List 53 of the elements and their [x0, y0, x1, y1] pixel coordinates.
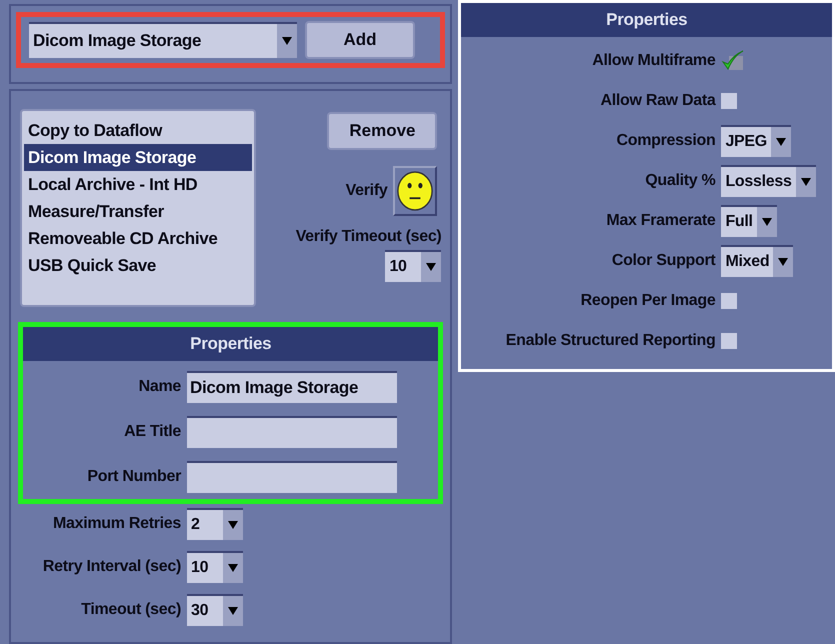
caret-icon — [282, 37, 292, 45]
caret-icon — [762, 218, 772, 226]
caret-icon — [228, 521, 238, 529]
remove-button[interactable]: Remove — [327, 112, 438, 150]
input-field[interactable]: Dicom Image Storage — [187, 371, 397, 403]
setting-label: Retry Interval (sec) — [42, 558, 181, 576]
caret-icon — [228, 564, 238, 572]
input-field[interactable] — [187, 461, 397, 493]
caret-icon — [228, 607, 238, 615]
service-list-item[interactable]: Copy to Dataflow — [24, 117, 252, 144]
setting-dropdown[interactable]: 10 — [187, 551, 243, 583]
setting-dropdown[interactable]: 2 — [187, 508, 243, 540]
service-dropdown[interactable]: Dicom Image Storage — [29, 22, 297, 58]
checkbox[interactable] — [721, 93, 738, 109]
property-label: Allow Multiframe — [591, 52, 716, 70]
section-header: Properties — [461, 3, 832, 37]
property-label: Compression — [616, 132, 716, 150]
setting-dropdown[interactable]: 30 — [187, 594, 243, 626]
caret-icon — [800, 178, 811, 186]
property-label: Enable Structured Reporting — [504, 332, 716, 350]
property-label: Color Support — [610, 252, 716, 270]
property-dropdown[interactable]: Full — [721, 205, 777, 237]
caret-icon — [426, 263, 436, 271]
property-label: Max Framerate — [605, 212, 716, 230]
property-dropdown[interactable]: Lossless — [721, 165, 816, 197]
service-list-item[interactable]: USB Quick Save — [24, 252, 252, 279]
setting-label: Timeout (sec) — [80, 601, 181, 619]
section-header: Properties — [23, 327, 438, 361]
input-field[interactable] — [187, 416, 397, 448]
checkbox[interactable] — [721, 50, 746, 72]
add-button[interactable]: Add — [305, 21, 415, 59]
property-dropdown[interactable]: JPEG — [721, 125, 791, 157]
service-list-item[interactable]: Removeable CD Archive — [24, 225, 252, 252]
field-label: Name — [138, 378, 181, 396]
property-label: Reopen Per Image — [580, 292, 716, 310]
caret-icon — [778, 258, 788, 266]
setting-label: Maximum Retries — [52, 515, 181, 533]
property-dropdown[interactable]: Mixed — [721, 245, 794, 277]
property-label: Quality % — [644, 172, 716, 190]
smiley-icon — [397, 171, 434, 211]
verify-label: Verify — [346, 182, 388, 200]
property-label: Allow Raw Data — [600, 92, 716, 110]
verify-timeout-dropdown[interactable]: 10 — [385, 250, 442, 282]
field-label: Port Number — [86, 468, 181, 486]
field-label: AE Title — [123, 423, 181, 441]
caret-icon — [776, 138, 786, 146]
service-list-item[interactable]: Measure/Transfer — [24, 198, 252, 225]
service-list-item[interactable]: Local Archive - Int HD — [24, 171, 252, 198]
checkbox[interactable] — [721, 293, 738, 309]
verify-button[interactable] — [393, 166, 438, 216]
service-list-item[interactable]: Dicom Image Storage — [24, 144, 252, 171]
checkbox[interactable] — [721, 333, 738, 349]
verify-timeout-label: Verify Timeout (sec) — [296, 228, 442, 246]
